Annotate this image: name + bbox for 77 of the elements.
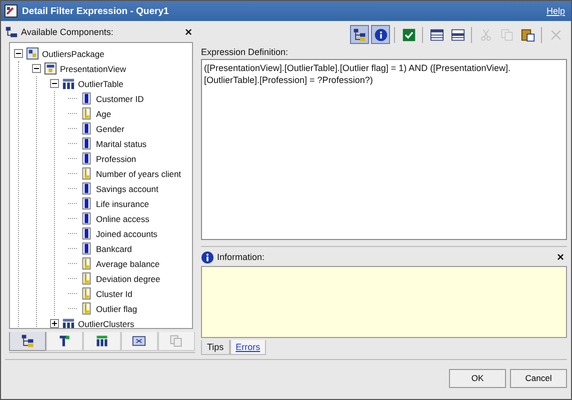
- tree-item[interactable]: Gender: [96, 124, 124, 134]
- column-icon: [80, 212, 93, 225]
- tree-item[interactable]: OutlierClusters: [78, 318, 134, 328]
- table-icon: [95, 334, 109, 348]
- column-icon: [80, 122, 93, 135]
- tree-item[interactable]: Outlier flag: [96, 304, 138, 314]
- scissors-icon: [478, 28, 492, 42]
- paste-icon: [520, 28, 534, 42]
- collapse-icon[interactable]: [32, 64, 41, 73]
- info-icon: [374, 28, 388, 42]
- copy-icon: [169, 334, 184, 348]
- grid-icon: [430, 28, 444, 42]
- measure-icon: [80, 302, 93, 315]
- help-link[interactable]: Help: [546, 6, 565, 16]
- panel-title: Available Components:: [21, 27, 114, 37]
- tree-item[interactable]: PresentationView: [60, 64, 126, 74]
- tree-icon: [352, 28, 366, 42]
- checkmark-icon: [402, 28, 416, 42]
- query-icon: [58, 334, 72, 348]
- measure-icon: [80, 257, 93, 270]
- table-icon: [62, 317, 75, 328]
- tab[interactable]: Tips: [201, 340, 230, 355]
- copy-icon: [500, 28, 514, 42]
- measure-icon: [80, 107, 93, 120]
- panel-title: Information:: [217, 252, 266, 262]
- info-icon: [201, 250, 214, 264]
- tree-item[interactable]: Joined accounts: [96, 228, 158, 238]
- measure-icon: [80, 167, 93, 180]
- table-icon: [62, 77, 75, 90]
- column-icon: [80, 152, 93, 165]
- tree-item[interactable]: Deviation degree: [96, 274, 160, 284]
- column-icon: [80, 182, 93, 195]
- tree-icon: [20, 334, 35, 348]
- grid-icon: [450, 28, 464, 42]
- collapse-icon[interactable]: [50, 79, 59, 88]
- measure-icon: [80, 287, 93, 300]
- tree-item[interactable]: Profession: [96, 154, 136, 164]
- app-icon: [4, 4, 18, 18]
- expression-field[interactable]: ([PresentationView].[OutlierTable].[Outlier flag] = 1) AND ([PresentationView].[OutlierTable].[Profession] = ?Profession?): [201, 58, 567, 240]
- tree-item[interactable]: Customer ID: [96, 94, 144, 104]
- view-icon: [44, 62, 57, 75]
- column-icon: [80, 137, 93, 150]
- panel-tab[interactable]: [83, 332, 121, 351]
- close-icon: [548, 28, 562, 42]
- column-icon: [80, 92, 93, 105]
- tree-item[interactable]: Number of years client: [96, 168, 182, 178]
- toolbar-button[interactable]: [350, 25, 369, 44]
- expand-icon[interactable]: [50, 319, 59, 328]
- column-icon: [80, 242, 93, 255]
- dialog-button[interactable]: OK: [449, 368, 506, 388]
- column-icon: [80, 227, 93, 240]
- tree-item[interactable]: Online access: [96, 214, 150, 224]
- tab[interactable]: Errors: [230, 340, 266, 355]
- tree-item[interactable]: OutlierTable: [78, 78, 124, 88]
- panel-tab[interactable]: [9, 332, 46, 351]
- dialog-button[interactable]: Cancel: [510, 368, 567, 388]
- collapse-icon[interactable]: [14, 49, 23, 58]
- panel-tab[interactable]: [120, 332, 158, 351]
- field-label: Expression Definition:: [201, 46, 290, 57]
- tree-icon: [5, 26, 18, 38]
- tree-item[interactable]: Life insurance: [96, 198, 149, 208]
- tree-item[interactable]: Average balance: [96, 258, 160, 268]
- close-button[interactable]: ×: [182, 25, 195, 39]
- measure-icon: [80, 272, 93, 285]
- tree-item[interactable]: Cluster Id: [96, 288, 132, 298]
- toolbar-button[interactable]: [371, 25, 390, 44]
- tree-item[interactable]: Marital status: [96, 138, 147, 148]
- function-icon: [132, 334, 146, 348]
- column-icon: [80, 197, 93, 210]
- tree-item[interactable]: Age: [96, 108, 112, 118]
- tree-item[interactable]: Savings account: [96, 184, 158, 194]
- close-button[interactable]: ×: [554, 250, 567, 264]
- tree-item[interactable]: Bankcard: [96, 244, 132, 254]
- window-title: Detail Filter Expression - Query1: [22, 6, 170, 16]
- package-icon: [26, 47, 39, 60]
- tree-item[interactable]: OutliersPackage: [42, 48, 104, 58]
- panel-tab[interactable]: [46, 332, 84, 351]
